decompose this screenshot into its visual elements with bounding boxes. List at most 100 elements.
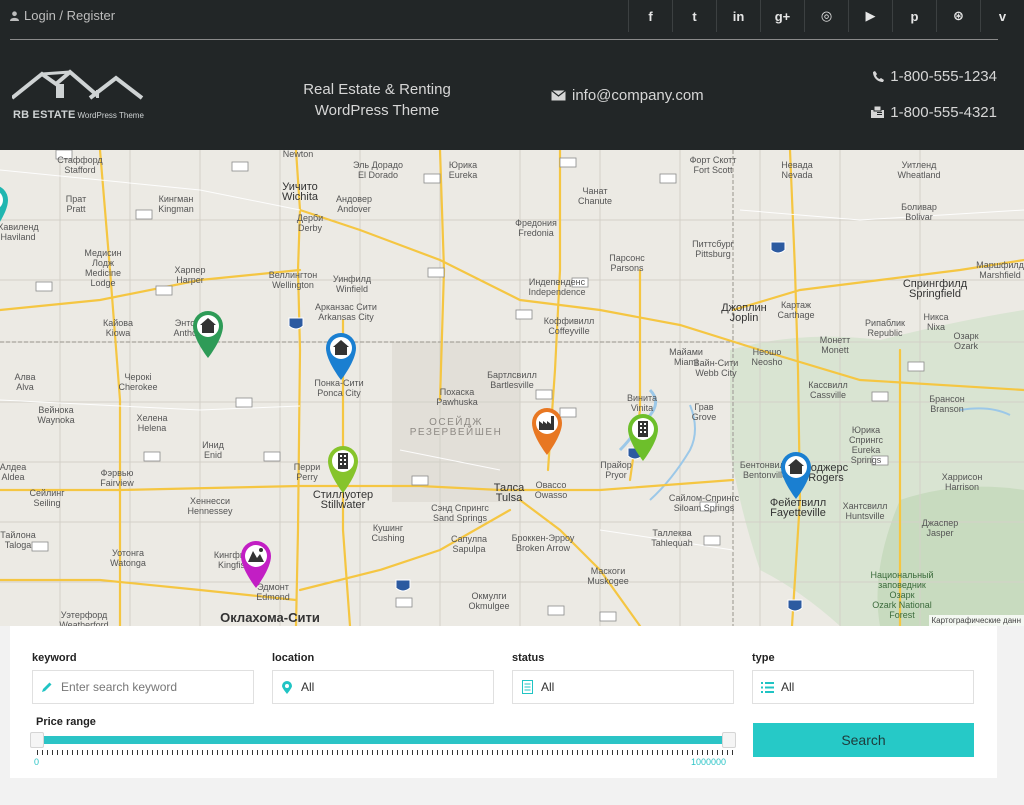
map-pin-icon <box>0 186 8 222</box>
price-range-slider[interactable] <box>37 736 734 744</box>
map-pin-icon <box>532 408 562 455</box>
keyword-label: keyword <box>32 652 77 664</box>
location-select[interactable]: All <box>272 670 494 704</box>
map-place-label: Национальный заповедник Озарк Ozark Nati… <box>870 570 934 620</box>
map-place-label: Чанат Chanute <box>577 186 613 206</box>
user-icon <box>10 10 19 21</box>
map-place-label: Грав Grove <box>691 402 717 422</box>
map-place-label: Похаска Pawhuska <box>436 387 478 407</box>
map-place-label: Алва Alva <box>14 372 36 392</box>
status-select[interactable]: All <box>512 670 734 704</box>
youtube-icon[interactable]: ▶ <box>848 0 892 32</box>
map-place-label: ОСЕЙДЖ РЕЗЕРВЕЙШЕН <box>409 417 503 438</box>
document-icon <box>513 680 541 694</box>
email-text: info@company.com <box>572 87 704 104</box>
map-place-label: Форт Скотт Fort Scott <box>689 155 737 175</box>
phone-row[interactable]: 1-800-555-1234 <box>871 66 997 86</box>
login-register-label: Login / Register <box>24 8 116 23</box>
site-header: Login / Register f t in g+ ◎ ▶ p ⊛ v RB ESTATE Wo… <box>0 0 1024 150</box>
map-pin-icon <box>273 680 301 694</box>
map-place-label: Картаж Carthage <box>777 300 815 320</box>
map-place-label: Коффивилл Coffeyville <box>543 316 595 336</box>
map-copyright: Картографические данн <box>928 615 1024 626</box>
building-marker[interactable] <box>326 444 360 494</box>
instagram-icon[interactable]: ◎ <box>804 0 848 32</box>
map-place-label: Андовер Andover <box>336 194 372 214</box>
map-place-label: Уитленд Wheatland <box>897 160 941 180</box>
map-place-label: Юрика Спрингс Eureka Springs <box>849 425 883 465</box>
map-place-label: Бартлсвилл Bartlesville <box>487 370 537 390</box>
pencil-icon <box>33 681 61 693</box>
map-pin-icon <box>628 414 658 461</box>
map-place-label: Спрингфилд Springfield <box>902 278 968 300</box>
price-min-handle[interactable] <box>30 732 44 748</box>
map-place-label: Юрика Eureka <box>448 160 478 180</box>
map-place-label: Фэрвью Fairview <box>100 468 134 488</box>
map-place-label: Хантсвилл Huntsville <box>842 501 888 521</box>
property-map[interactable]: Стаффорд Stafford Newton Эль Дорадо El Dor… <box>0 150 1024 626</box>
map-place-label: Сайлом-Спрингс Siloam Springs <box>668 493 740 513</box>
map-place-label: Питтсбург Pittsburg <box>692 239 734 259</box>
map-place-label: Вайн-Сити Webb City <box>693 358 739 378</box>
building-marker[interactable] <box>626 412 660 462</box>
envelope-icon <box>551 90 566 101</box>
type-value: All <box>781 680 795 694</box>
map-place-label: Броккен-Эрроу Broken Arrow <box>511 533 575 553</box>
location-value: All <box>301 680 315 694</box>
house-marker[interactable] <box>191 309 225 359</box>
map-place-label: Индепенденс Independence <box>528 277 586 297</box>
map-place-label: Сапулпа Sapulpa <box>451 534 487 554</box>
status-value: All <box>541 680 555 694</box>
map-place-label: Кингман Kingman <box>158 194 194 214</box>
map-place-label: Брансон Branson <box>929 394 965 414</box>
map-pin-icon <box>193 311 223 358</box>
keyword-field[interactable] <box>32 670 254 704</box>
map-pin-icon <box>328 446 358 493</box>
price-max-handle[interactable] <box>722 732 736 748</box>
login-register-link[interactable]: Login / Register <box>10 8 115 23</box>
logo-subtitle: WordPress Theme <box>77 111 144 120</box>
map-place-label: Кайова Kiowa <box>103 318 133 338</box>
map-place-label: Прат Pratt <box>65 194 87 214</box>
factory-marker[interactable] <box>530 406 564 456</box>
status-label: status <box>512 652 545 664</box>
map-place-label: Инид Enid <box>202 440 224 460</box>
pinterest-icon[interactable]: p <box>892 0 936 32</box>
roof-logo-icon <box>10 69 144 100</box>
map-place-label: Кушинг Cushing <box>371 523 405 543</box>
facebook-icon[interactable]: f <box>628 0 672 32</box>
search-button[interactable]: Search <box>753 723 974 757</box>
land-marker[interactable] <box>239 539 273 589</box>
cut-off-marker[interactable] <box>0 183 10 233</box>
tagline-line-1: Real Estate & Renting <box>303 81 451 98</box>
site-logo[interactable]: RB ESTATE WordPress Theme <box>10 66 147 121</box>
contact-email[interactable]: info@company.com <box>551 87 704 104</box>
map-place-label: Монетт Monett <box>819 335 851 355</box>
map-place-label: Фейетвилл Fayetteville <box>769 497 827 519</box>
map-place-label: Овассо Owasso <box>534 480 568 500</box>
fax-row[interactable]: 1-800-555-4321 <box>871 102 997 122</box>
map-place-label: Никса Nixa <box>923 312 949 332</box>
vimeo-icon[interactable]: v <box>980 0 1024 32</box>
map-place-label: Сэнд Спрингс Sand Springs <box>431 503 489 523</box>
tagline-line-2: WordPress Theme <box>314 102 440 119</box>
linkedin-icon[interactable]: in <box>716 0 760 32</box>
map-place-label: Винита Vinita <box>626 393 658 413</box>
google-plus-icon[interactable]: g+ <box>760 0 804 32</box>
map-place-label: Оклахома-Сити <box>220 610 320 625</box>
phone-icon <box>873 70 885 82</box>
map-place-label: Сейлинг Seiling <box>29 488 65 508</box>
site-tagline: Real Estate & Renting WordPress Theme <box>298 79 456 121</box>
list-icon <box>753 681 781 693</box>
map-place-label: Неошо Neosho <box>751 347 783 367</box>
map-place-label: Парсонс Parsons <box>609 253 645 273</box>
twitter-icon[interactable]: t <box>672 0 716 32</box>
map-place-label: Маршфилд Marshfield <box>976 260 1024 280</box>
house-marker[interactable] <box>779 450 813 500</box>
house-marker[interactable] <box>324 331 358 381</box>
dribbble-icon[interactable]: ⊛ <box>936 0 980 32</box>
map-pin-icon <box>241 541 271 588</box>
map-place-label: Джаспер Jasper <box>921 518 959 538</box>
keyword-input[interactable] <box>61 680 241 694</box>
type-select[interactable]: All <box>752 670 974 704</box>
